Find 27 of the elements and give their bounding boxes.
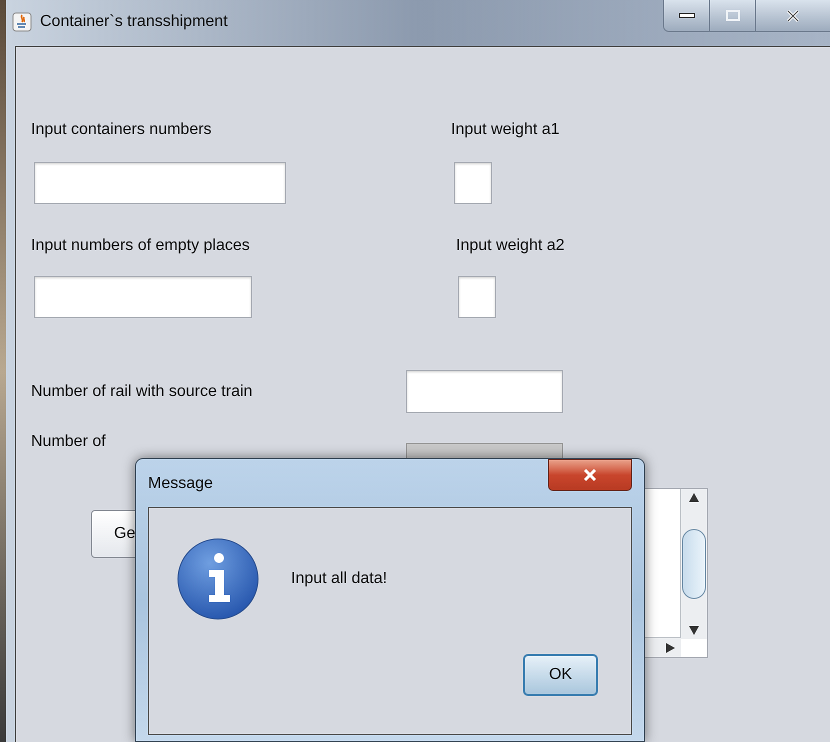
right-arrow-icon <box>666 642 675 652</box>
app-icon <box>12 12 32 32</box>
dialog-title: Message <box>148 474 213 494</box>
up-arrow-icon <box>689 493 699 502</box>
input-field[interactable] <box>34 276 252 318</box>
field-label: Input weight a1 <box>451 120 560 140</box>
field-label: Number of rail with source train <box>31 382 254 402</box>
input-field[interactable] <box>34 162 286 204</box>
minimize-button[interactable] <box>664 0 710 31</box>
vertical-scrollbar[interactable] <box>680 489 707 639</box>
dialog-message: Input all data! <box>291 569 388 589</box>
info-icon <box>177 538 259 620</box>
window-title: Container`s transshipment <box>40 12 228 32</box>
field-label: Input numbers of empty places <box>31 236 251 256</box>
field-label: Number of <box>31 432 107 452</box>
close-icon <box>786 10 800 22</box>
maximize-button[interactable] <box>710 0 756 31</box>
field-label: Input containers numbers <box>31 120 213 140</box>
ok-button[interactable]: OK <box>523 654 598 696</box>
field-label: Input weight a2 <box>456 236 565 256</box>
close-icon <box>582 469 598 481</box>
close-button[interactable] <box>548 459 632 491</box>
down-arrow-icon <box>689 626 699 635</box>
scrollbar-thumb[interactable] <box>682 529 706 599</box>
input-field[interactable] <box>454 162 492 204</box>
input-field[interactable] <box>458 276 496 318</box>
input-field[interactable] <box>406 370 563 413</box>
